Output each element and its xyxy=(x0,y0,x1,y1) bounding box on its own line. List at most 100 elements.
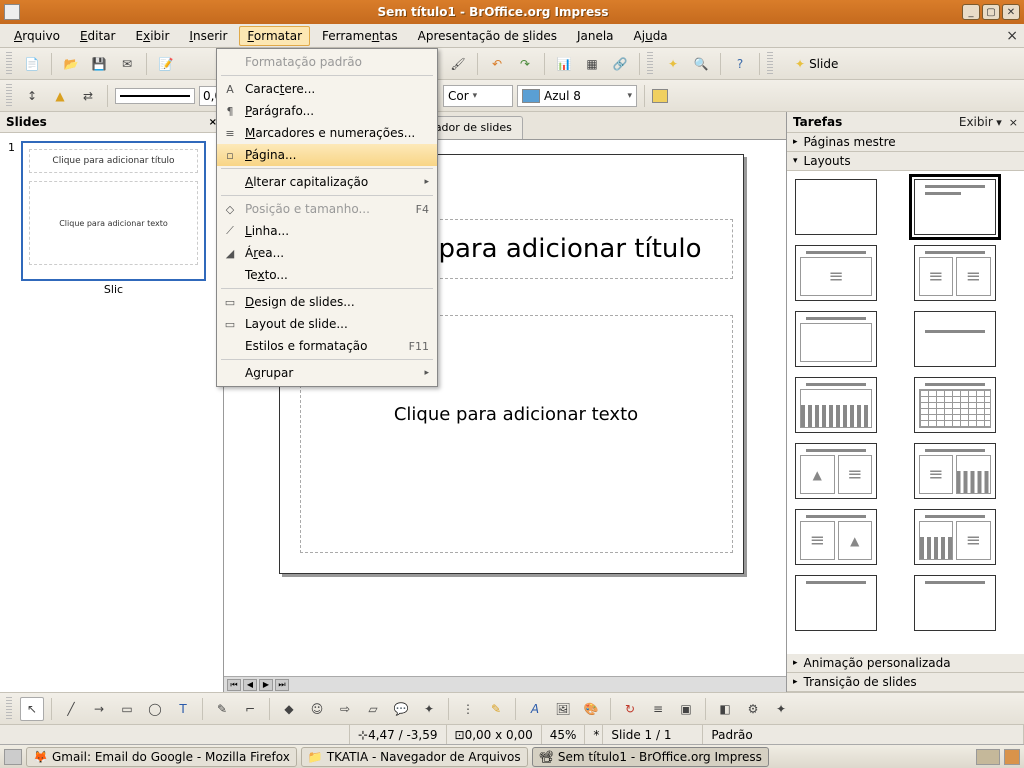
points-tool[interactable]: ⋮ xyxy=(456,697,480,721)
layout-text-chart[interactable] xyxy=(914,443,996,499)
workspace-switcher[interactable] xyxy=(976,749,1000,765)
symbol-shapes[interactable]: ☺ xyxy=(305,697,329,721)
section-transicao[interactable]: Transição de slides xyxy=(787,673,1024,692)
interaction-tool[interactable]: ⚙ xyxy=(741,697,765,721)
layout-blank[interactable] xyxy=(795,179,877,235)
layout-two-content[interactable] xyxy=(914,245,996,301)
layout-partial1[interactable] xyxy=(795,575,877,631)
rect-tool[interactable]: ▭ xyxy=(115,697,139,721)
new-doc-button[interactable]: 📄 xyxy=(20,52,44,76)
mitem-agrupar[interactable]: Agrupar▸ xyxy=(217,362,437,384)
toolbar-handle[interactable] xyxy=(6,84,12,108)
layout-text-img[interactable] xyxy=(795,509,877,565)
toolbar-handle[interactable] xyxy=(6,52,12,76)
exibir-link[interactable]: Exibir ▾ × xyxy=(959,115,1018,129)
section-paginas-mestre[interactable]: Páginas mestre xyxy=(787,133,1024,152)
mitem-posicao[interactable]: ◇Posição e tamanho...F4 xyxy=(217,198,437,220)
text-tool[interactable]: T xyxy=(171,697,195,721)
toolbar-handle[interactable] xyxy=(767,52,773,76)
from-file-tool[interactable]: 🖼 xyxy=(551,697,575,721)
align-tool[interactable]: ≡ xyxy=(646,697,670,721)
star-button[interactable]: ✦ xyxy=(661,52,685,76)
highlight-button[interactable]: ▲ xyxy=(48,84,72,108)
minimize-button[interactable]: _ xyxy=(962,4,980,20)
mitem-layout-slide[interactable]: ▭Layout de slide... xyxy=(217,313,437,335)
zoom-button[interactable]: 🔍 xyxy=(689,52,713,76)
email-button[interactable]: ✉ xyxy=(115,52,139,76)
fill-type-select[interactable]: Cor ▾ xyxy=(443,85,513,107)
task-firefox[interactable]: 🦊Gmail: Email do Google - Mozilla Firefo… xyxy=(26,747,297,767)
rotate-tool[interactable]: ↻ xyxy=(618,697,642,721)
line-tool[interactable]: ╱ xyxy=(59,697,83,721)
layout-table[interactable] xyxy=(914,377,996,433)
help-button[interactable]: ? xyxy=(728,52,752,76)
menu-ajuda[interactable]: Ajuda xyxy=(626,26,676,46)
menu-editar[interactable]: Editar xyxy=(72,26,124,46)
mitem-area[interactable]: ◢Área... xyxy=(217,242,437,264)
show-desktop-button[interactable] xyxy=(4,749,22,765)
menu-janela[interactable]: Janela xyxy=(569,26,622,46)
layout-chart-text[interactable] xyxy=(914,509,996,565)
curve-tool[interactable]: ✎ xyxy=(210,697,234,721)
mitem-texto[interactable]: Texto... xyxy=(217,264,437,286)
glue-tool[interactable]: ✎ xyxy=(484,697,508,721)
shadow-button[interactable] xyxy=(652,89,668,103)
section-layouts[interactable]: Layouts xyxy=(787,152,1024,171)
slide-thumbnail-1[interactable]: Clique para adicionar título Clique para… xyxy=(21,141,206,281)
layout-title-content[interactable] xyxy=(914,179,996,235)
first-slide-button[interactable]: ⏮ xyxy=(227,679,241,691)
menu-exibir[interactable]: Exibir xyxy=(128,26,178,46)
slide-button[interactable]: ✦ Slide xyxy=(789,55,844,73)
mitem-paragrafo[interactable]: ¶Parágrafo... xyxy=(217,100,437,122)
mitem-capitalizacao[interactable]: Alterar capitalização▸ xyxy=(217,171,437,193)
paintbrush-icon[interactable]: 🖌 xyxy=(446,52,470,76)
layout-titleonly[interactable] xyxy=(795,311,877,367)
connector-tool[interactable]: ⌐ xyxy=(238,697,262,721)
layout-centered[interactable] xyxy=(914,311,996,367)
arrow-toggle[interactable]: ↕ xyxy=(20,84,44,108)
task-impress[interactable]: 📽Sem título1 - BrOffice.org Impress xyxy=(532,747,769,767)
extrusion-tool[interactable]: ◧ xyxy=(713,697,737,721)
maximize-button[interactable]: ▢ xyxy=(982,4,1000,20)
menu-ferramentas[interactable]: Ferramentas xyxy=(314,26,406,46)
chart-button[interactable]: 📊 xyxy=(552,52,576,76)
layout-partial2[interactable] xyxy=(914,575,996,631)
trash-icon[interactable] xyxy=(1004,749,1020,765)
ellipse-tool[interactable]: ◯ xyxy=(143,697,167,721)
slides-list[interactable]: 1 Clique para adicionar título Clique pa… xyxy=(0,133,223,692)
menu-formatar[interactable]: Formatar xyxy=(239,26,310,46)
callouts[interactable]: 💬 xyxy=(389,697,413,721)
mitem-marcadores[interactable]: ≡Marcadores e numerações... xyxy=(217,122,437,144)
table-button[interactable]: ▦ xyxy=(580,52,604,76)
toolbar-handle[interactable] xyxy=(647,52,653,76)
basic-shapes[interactable]: ◆ xyxy=(277,697,301,721)
section-animacao[interactable]: Animação personalizada xyxy=(787,654,1024,673)
horizontal-scrollbar[interactable]: ⏮ ◀ ▶ ⏭ xyxy=(224,676,786,692)
animation-tool[interactable]: ✦ xyxy=(769,697,793,721)
fill-color-select[interactable]: Azul 8 ▾ xyxy=(517,85,637,107)
toolbar-handle[interactable] xyxy=(6,697,12,721)
status-zoom[interactable]: 45% xyxy=(542,725,586,744)
mitem-caractere[interactable]: ACaractere... xyxy=(217,78,437,100)
line-style-select[interactable] xyxy=(115,88,195,104)
mitem-pagina[interactable]: ▫Página... xyxy=(217,144,437,166)
edit-button[interactable]: 📝 xyxy=(154,52,178,76)
redo-button[interactable]: ↷ xyxy=(513,52,537,76)
hyperlink-button[interactable]: 🔗 xyxy=(608,52,632,76)
mitem-design-slides[interactable]: ▭Design de slides... xyxy=(217,291,437,313)
next-slide-button[interactable]: ▶ xyxy=(259,679,273,691)
fontwork-tool[interactable]: A xyxy=(523,697,547,721)
save-button[interactable]: 💾 xyxy=(87,52,111,76)
select-tool[interactable]: ↖ xyxy=(20,697,44,721)
arrows-button[interactable]: ⇄ xyxy=(76,84,100,108)
menu-arquivo[interactable]: Arquivo xyxy=(6,26,68,46)
menu-inserir[interactable]: Inserir xyxy=(181,26,235,46)
menu-apresentacao[interactable]: Apresentação de slides xyxy=(410,26,565,46)
layout-title-bullets[interactable] xyxy=(795,245,877,301)
arrow-tool[interactable]: → xyxy=(87,697,111,721)
prev-slide-button[interactable]: ◀ xyxy=(243,679,257,691)
undo-button[interactable]: ↶ xyxy=(485,52,509,76)
task-nautilus[interactable]: 📁TKATIA - Navegador de Arquivos xyxy=(301,747,528,767)
arrange-tool[interactable]: ▣ xyxy=(674,697,698,721)
flowcharts[interactable]: ▱ xyxy=(361,697,385,721)
